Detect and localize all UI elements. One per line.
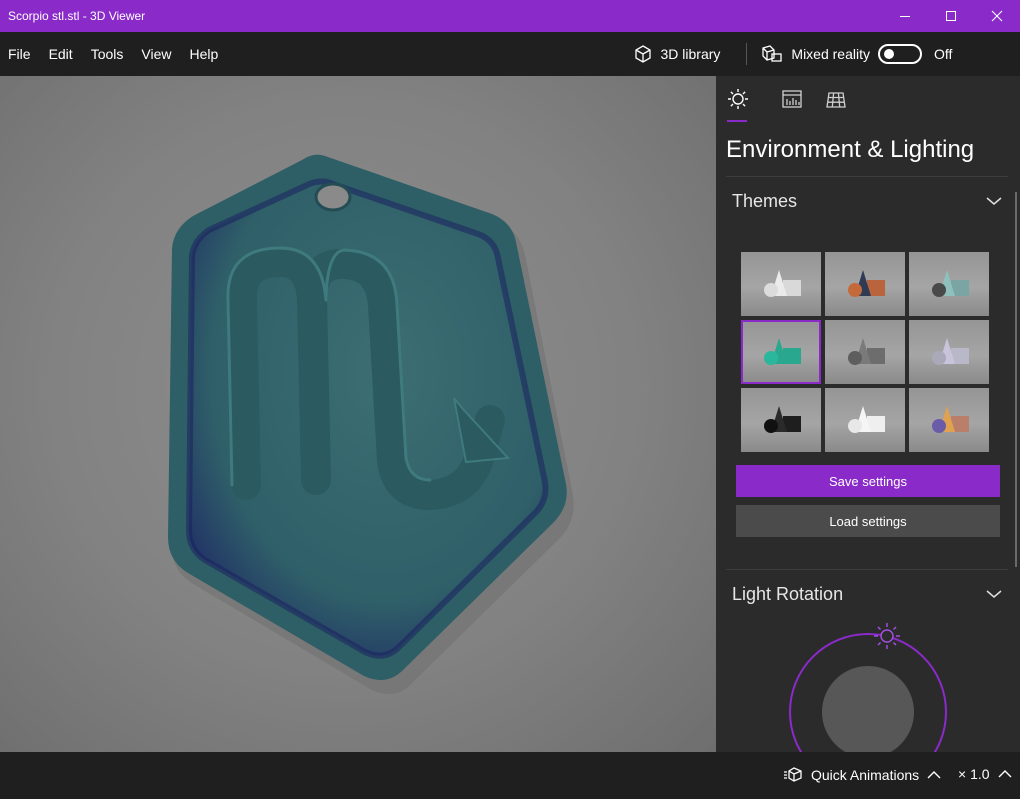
theme-preview-icon: [764, 338, 801, 365]
themes-header[interactable]: Themes: [732, 190, 1002, 212]
toolbar-divider: [746, 43, 748, 65]
theme-thumbnail-2[interactable]: [825, 252, 905, 316]
animation-speed-button[interactable]: × 1.0: [958, 766, 1012, 782]
theme-preview-icon: [932, 270, 969, 297]
grid-icon: [826, 92, 846, 108]
section-divider: [726, 569, 1008, 570]
light-rotation-heading: Light Rotation: [732, 583, 844, 604]
theme-preview-icon: [764, 406, 801, 433]
maximize-icon: [946, 11, 956, 21]
theme-preview-icon: [932, 406, 969, 433]
menu-bar: File Edit Tools View Help 3D library Mix…: [0, 32, 1020, 76]
chevron-down-icon: [986, 197, 1002, 205]
chevron-down-icon: [986, 590, 1002, 598]
window-title: Scorpio stl.stl - 3D Viewer: [8, 9, 146, 23]
theme-preview-icon: [848, 338, 885, 365]
theme-thumbnail-3[interactable]: [909, 252, 989, 316]
chevron-up-icon: [927, 771, 941, 779]
close-button[interactable]: [974, 0, 1020, 32]
menu-view[interactable]: View: [132, 32, 180, 76]
minimize-icon: [900, 16, 910, 17]
theme-preview-icon: [764, 270, 801, 297]
theme-thumbnail-1[interactable]: [741, 252, 821, 316]
mixed-reality-toggle[interactable]: [878, 44, 922, 64]
mixed-reality-button[interactable]: Mixed reality: [761, 32, 870, 76]
maximize-button[interactable]: [928, 0, 974, 32]
tab-grid[interactable]: [814, 88, 858, 122]
menu-file[interactable]: File: [0, 32, 40, 76]
mixed-reality-label: Mixed reality: [791, 46, 870, 62]
menu-tools[interactable]: Tools: [82, 32, 133, 76]
theme-thumbnail-9[interactable]: [909, 388, 989, 452]
menu-help[interactable]: Help: [180, 32, 227, 76]
theme-preview-icon: [932, 338, 969, 365]
stats-shading-icon: [782, 90, 802, 108]
mixed-reality-icon: [762, 45, 783, 62]
panel-tabs: [726, 88, 858, 122]
light-rotation-dial[interactable]: [776, 622, 956, 752]
cube-icon: [634, 45, 651, 63]
theme-thumbnail-5[interactable]: [825, 320, 905, 384]
toggle-knob: [884, 49, 894, 59]
chevron-up-icon: [998, 770, 1012, 778]
status-bar: Quick Animations × 1.0: [0, 752, 1020, 799]
panel-title: Environment & Lighting: [726, 136, 975, 163]
tab-environment-lighting[interactable]: [726, 88, 770, 122]
animation-cube-icon: [784, 767, 802, 782]
themes-heading: Themes: [732, 190, 798, 211]
close-icon: [991, 10, 1003, 22]
menu-edit[interactable]: Edit: [40, 32, 82, 76]
quick-animations-label: Quick Animations: [811, 767, 920, 783]
scorpio-model: [168, 154, 574, 694]
theme-thumbnail-6[interactable]: [909, 320, 989, 384]
tab-stats-shading[interactable]: [770, 88, 814, 122]
title-divider: [726, 176, 1008, 177]
theme-preview-icon: [848, 406, 885, 433]
quick-animations-button[interactable]: Quick Animations: [783, 766, 949, 784]
mixed-reality-state: Off: [934, 46, 953, 62]
theme-thumbnail-7[interactable]: [741, 388, 821, 452]
save-settings-button[interactable]: Save settings: [736, 465, 1000, 497]
theme-thumbnail-4-selected[interactable]: [741, 320, 821, 384]
light-rotation-header[interactable]: Light Rotation: [732, 583, 1002, 605]
minimize-button[interactable]: [882, 0, 928, 32]
themes-grid: [741, 252, 991, 452]
theme-thumbnail-8[interactable]: [825, 388, 905, 452]
sun-icon[interactable]: [874, 623, 900, 649]
environment-lighting-icon: [728, 89, 748, 109]
load-settings-button[interactable]: Load settings: [736, 505, 1000, 537]
3d-viewport[interactable]: [0, 76, 716, 752]
3d-library-button[interactable]: 3D library: [633, 32, 721, 76]
animation-speed-label: × 1.0: [958, 766, 990, 782]
title-bar: Scorpio stl.stl - 3D Viewer: [0, 0, 1020, 32]
panel-scrollbar[interactable]: [1015, 192, 1017, 567]
environment-panel: Environment & Lighting Themes Save setti…: [716, 76, 1020, 752]
3d-library-label: 3D library: [660, 46, 721, 62]
toolbar-right: 3D library Mixed reality Off: [633, 32, 1020, 76]
theme-preview-icon: [848, 270, 885, 297]
